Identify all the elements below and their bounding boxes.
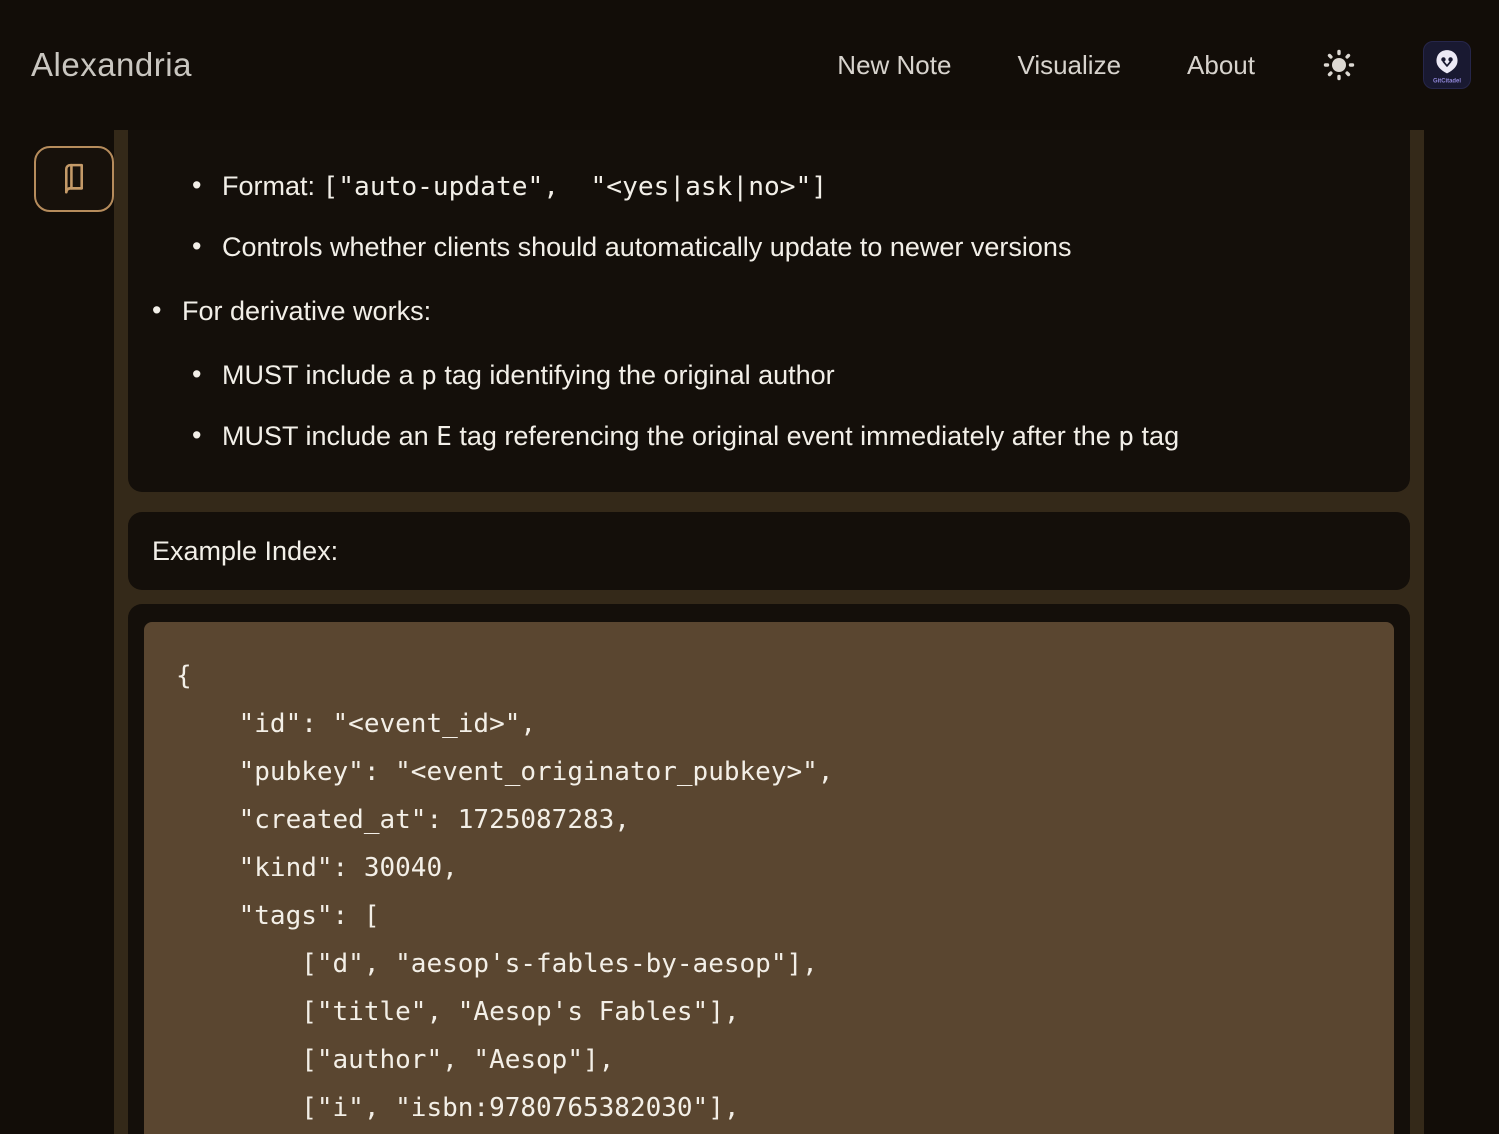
app-title[interactable]: Alexandria: [31, 46, 192, 84]
list-item: MUST include an E tag referencing the or…: [222, 418, 1384, 455]
text-run: MUST include an: [222, 421, 436, 451]
nav-visualize[interactable]: Visualize: [1017, 50, 1121, 81]
rules-sublist-derivative: MUST include a p tag identifying the ori…: [182, 357, 1384, 455]
spec-rules-card: Format: ["auto-update", "<yes|ask|no>"] …: [128, 130, 1410, 492]
nav-new-note[interactable]: New Note: [837, 50, 951, 81]
list-item: For derivative works: MUST include a p t…: [182, 293, 1384, 455]
list-item: Controls whether clients should automati…: [222, 229, 1384, 265]
content-panel: Format: ["auto-update", "<yes|ask|no>"] …: [114, 130, 1424, 1134]
example-heading-card: Example Index:: [128, 512, 1410, 590]
header-nav: New Note Visualize About: [837, 41, 1471, 89]
toc-book-button[interactable]: [34, 146, 114, 212]
example-heading: Example Index:: [152, 536, 338, 566]
example-code-card: { "id": "<event_id>", "pubkey": "<event_…: [128, 604, 1410, 1134]
text-run: tag referencing the original event immed…: [452, 421, 1118, 451]
gitcitadel-logo[interactable]: GitCitadel: [1423, 41, 1471, 89]
gitcitadel-logo-icon: GitCitadel: [1424, 42, 1470, 88]
theme-toggle-button[interactable]: [1321, 47, 1357, 83]
format-label: Format:: [222, 171, 323, 201]
text-run: tag: [1134, 421, 1179, 451]
text-run: MUST include a: [222, 360, 421, 390]
json-code-block: { "id": "<event_id>", "pubkey": "<event_…: [144, 622, 1394, 1134]
p-tag-code: p: [1118, 422, 1134, 452]
rules-sublist-top: Format: ["auto-update", "<yes|ask|no>"] …: [154, 168, 1384, 265]
top-nav: Alexandria New Note Visualize About: [0, 0, 1499, 130]
book-icon: [56, 160, 92, 199]
svg-text:GitCitadel: GitCitadel: [1433, 78, 1461, 84]
nav-about[interactable]: About: [1187, 50, 1255, 81]
list-item: Format: ["auto-update", "<yes|ask|no>"]: [222, 168, 1384, 205]
e-tag-code: E: [436, 422, 452, 452]
list-item: MUST include a p tag identifying the ori…: [222, 357, 1384, 394]
p-tag-code: p: [421, 361, 437, 391]
derivative-heading: For derivative works:: [182, 296, 431, 326]
rules-list: For derivative works: MUST include a p t…: [154, 293, 1384, 455]
json-code-text: { "id": "<event_id>", "pubkey": "<event_…: [176, 652, 1370, 1132]
text-run: tag identifying the original author: [437, 360, 835, 390]
sun-icon: [1321, 71, 1357, 86]
format-code: ["auto-update", "<yes|ask|no>"]: [323, 172, 828, 202]
